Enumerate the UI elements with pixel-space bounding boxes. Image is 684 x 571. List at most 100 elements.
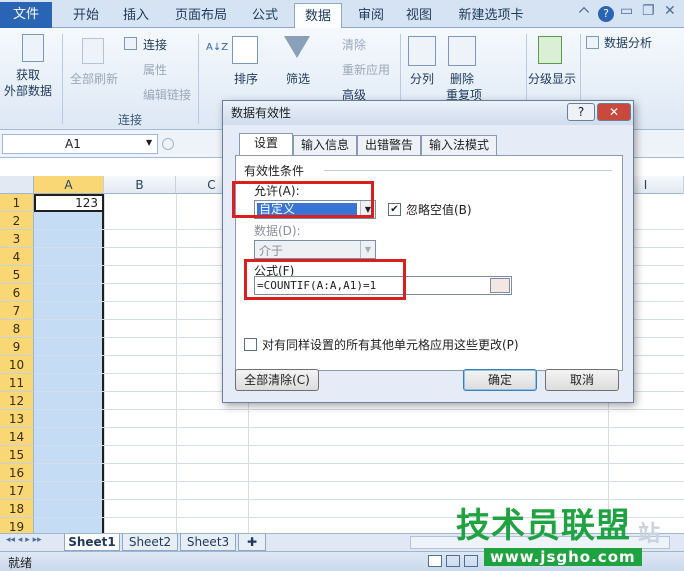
name-box-value: A1 [65,137,81,151]
minimize-ribbon-icon[interactable] [578,6,590,18]
tab-formulas[interactable]: 公式 [240,3,290,28]
ignore-blank-label: 忽略空值(B) [406,203,472,217]
tab-ime-mode[interactable]: 输入法模式 [421,135,497,155]
page-layout-view-icon[interactable] [446,555,460,567]
data-analysis-button[interactable]: 数据分析 [604,34,652,51]
tab-error-alert[interactable]: 出错警告 [357,135,421,155]
row-header-9[interactable]: 9 [0,338,34,356]
refresh-all-button[interactable]: 全部刷新 [70,70,118,87]
ignore-blank-checkbox[interactable]: ✔ [388,203,401,216]
tab-insert[interactable]: 插入 [114,3,158,28]
dialog-close-button[interactable]: ✕ [597,103,631,121]
ok-button[interactable]: 确定 [463,369,537,391]
tab-review[interactable]: 审阅 [350,3,392,28]
allow-dropdown-icon[interactable]: ▼ [360,201,375,218]
watermark-logo: 技术员联盟 [456,506,631,546]
remove-duplicates-button[interactable]: 删除 [450,70,474,87]
row-header-11[interactable]: 11 [0,374,34,392]
row-header-17[interactable]: 17 [0,482,34,500]
apply-all-checkbox[interactable] [244,338,257,351]
data-validation-dialog: 数据有效性 ? ✕ 设置 输入信息 出错警告 输入法模式 有效性条件 允许(A)… [222,100,634,403]
apply-all-label: 对有同样设置的所有其他单元格应用这些更改(P) [262,338,519,352]
row-header-7[interactable]: 7 [0,302,34,320]
tab-view[interactable]: 视图 [398,3,440,28]
connections-icon [124,37,137,50]
group-separator [198,34,199,124]
ribbon-tab-bar: 文件 开始 插入 页面布局 公式 数据 审阅 视图 新建选项卡 ? ▭ ❐ ✕ [0,0,684,29]
filter-button[interactable]: 筛选 [286,70,310,87]
data-dropdown-icon[interactable]: ▼ [360,241,375,258]
allow-select-value: 自定义 [257,203,357,216]
row-header-18[interactable]: 18 [0,500,34,518]
cancel-button[interactable]: 取消 [545,369,619,391]
remove-duplicates-icon [448,36,476,66]
column-header-a[interactable]: A [34,176,104,194]
row-header-15[interactable]: 15 [0,446,34,464]
row-header-6[interactable]: 6 [0,284,34,302]
formula-bar-resize-icon[interactable] [162,138,174,150]
cell-a1[interactable]: 123 [34,194,104,212]
sort-icon [232,36,258,64]
sheet-tab-1[interactable]: Sheet1 [64,534,120,551]
row-header-10[interactable]: 10 [0,356,34,374]
get-external-label-1[interactable]: 获取 [16,66,40,83]
close-window-icon[interactable]: ✕ [664,3,676,19]
properties-button[interactable]: 属性 [143,61,167,78]
edit-links-button[interactable]: 编辑链接 [143,86,191,103]
name-box[interactable]: A1 [2,134,158,154]
range-picker-icon[interactable] [490,278,510,293]
tab-input-message[interactable]: 输入信息 [293,135,357,155]
get-external-data-icon [22,34,44,62]
row-header-19[interactable]: 19 [0,518,34,533]
sort-button[interactable]: 排序 [234,70,258,87]
tab-page-layout[interactable]: 页面布局 [166,3,236,28]
section-title: 有效性条件 [244,164,305,178]
watermark-url: www.jsgho.com [484,548,642,566]
insert-sheet-icon[interactable]: ✚ [238,534,266,551]
dialog-help-button[interactable]: ? [567,103,595,121]
data-select[interactable]: 介于 ▼ [254,240,376,259]
row-header-16[interactable]: 16 [0,464,34,482]
row-header-4[interactable]: 4 [0,248,34,266]
name-box-dropdown-icon[interactable]: ▼ [146,138,152,147]
column-a-selection [34,194,104,533]
sort-az-icon[interactable]: A↓Z [206,42,228,53]
text-to-columns-button[interactable]: 分列 [410,70,434,87]
row-header-1[interactable]: 1 [0,194,34,212]
allow-select[interactable]: 自定义 ▼ [254,200,376,219]
dialog-title-text: 数据有效性 [231,106,292,120]
tab-file[interactable]: 文件 [0,2,52,28]
page-break-view-icon[interactable] [464,555,478,567]
text-to-columns-icon [408,36,436,66]
outline-button[interactable]: 分级显示 [528,70,576,87]
row-header-2[interactable]: 2 [0,212,34,230]
tab-home[interactable]: 开始 [60,3,112,28]
data-analysis-icon [586,36,599,49]
row-header-3[interactable]: 3 [0,230,34,248]
sheet-tab-2[interactable]: Sheet2 [122,534,178,551]
connections-button[interactable]: 连接 [143,36,167,53]
tab-new-tab[interactable]: 新建选项卡 [448,3,534,28]
row-header-13[interactable]: 13 [0,410,34,428]
row-header-12[interactable]: 12 [0,392,34,410]
sheet-tab-3[interactable]: Sheet3 [180,534,236,551]
clear-button[interactable]: 清除 [342,36,366,53]
restore-window-icon[interactable]: ❐ [642,3,655,19]
formula-input[interactable]: =COUNTIF(A:A,A1)=1 [254,276,512,295]
tab-data[interactable]: 数据 [294,3,342,29]
get-external-label-2[interactable]: 外部数据 [4,82,52,99]
column-header-b[interactable]: B [104,176,176,194]
row-header-5[interactable]: 5 [0,266,34,284]
row-header-14[interactable]: 14 [0,428,34,446]
sheet-nav-icon[interactable]: ◂◂ ◂ ▸ ▸▸ [6,535,42,545]
clear-all-button[interactable]: 全部清除(C) [235,369,319,391]
help-icon[interactable]: ? [598,6,614,22]
reapply-button[interactable]: 重新应用 [342,61,390,78]
data-select-value: 介于 [259,244,284,258]
normal-view-icon[interactable] [428,555,442,567]
tab-settings[interactable]: 设置 [239,133,293,156]
minimize-window-icon[interactable]: ▭ [620,3,633,19]
row-header-8[interactable]: 8 [0,320,34,338]
filter-icon [284,36,310,58]
select-all-corner[interactable] [0,176,34,194]
